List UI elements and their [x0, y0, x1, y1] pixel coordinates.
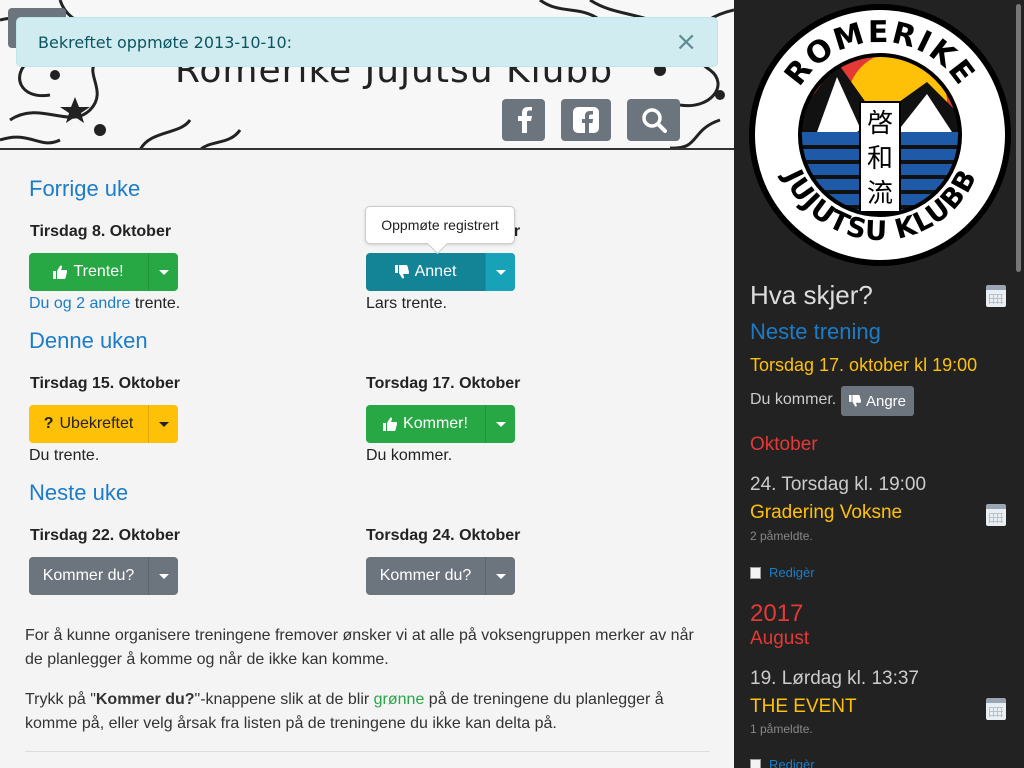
attendance-dropdown-toggle[interactable]: [485, 405, 515, 443]
logo-kanji: 流: [867, 179, 893, 209]
undo-button-label: Angre: [865, 392, 907, 410]
attendees-link[interactable]: Du og 2 andre: [29, 295, 130, 312]
attendance-dropdown-toggle[interactable]: [148, 405, 178, 443]
attendance-button-group[interactable]: Kommer du?: [29, 557, 178, 595]
attendance-button-group[interactable]: ? Ubekreftet: [29, 405, 178, 443]
search-icon: [641, 108, 667, 133]
instructions-text: Trykk på ": [25, 691, 96, 708]
week-heading-next: Neste uke: [29, 480, 129, 505]
event-date: 24. Torsdag kl. 19:00: [750, 474, 927, 495]
thumbs-down-icon: [848, 395, 861, 407]
scrollbar[interactable]: [1016, 4, 1021, 272]
attendance-summary: Du kommer.: [366, 447, 453, 464]
main-content: Forrige uke Tirsdag 8. Oktober er Trente…: [0, 150, 734, 768]
search-button[interactable]: [627, 99, 680, 141]
attendance-summary: Du og 2 andre trente.: [29, 295, 180, 313]
day-heading: Tirsdag 15. Oktober: [30, 375, 180, 392]
day-heading: Torsdag 17. Oktober: [366, 375, 521, 392]
attendance-button-label: Annet: [414, 263, 457, 280]
divider: [25, 751, 710, 752]
registered-tooltip: Oppmøte registrert: [365, 206, 515, 244]
info-paragraph: For å kunne organisere treningene fremov…: [25, 627, 694, 668]
calendar-icon[interactable]: [986, 285, 1006, 307]
week-heading-prev: Forrige uke: [29, 176, 141, 201]
event-title[interactable]: THE EVENT: [750, 696, 857, 718]
attendance-summary: Lars trente.: [366, 295, 447, 312]
attendance-button[interactable]: Kommer du?: [29, 557, 148, 595]
attendance-button-label: Ubekreftet: [59, 415, 134, 432]
facebook-icon: [517, 107, 532, 133]
next-training-date: Torsdag 17. oktober kl 19:00: [750, 355, 978, 375]
attendance-button[interactable]: Annet: [366, 253, 485, 291]
day-heading: Tirsdag 22. Oktober: [30, 527, 180, 544]
edit-link[interactable]: Redigèr: [750, 565, 815, 580]
thumbs-down-icon: [394, 265, 409, 279]
question-icon: ?: [43, 415, 54, 432]
attendance-button-label: Trente!: [73, 263, 124, 280]
chevron-down-icon: [158, 269, 169, 275]
month-heading: Oktober: [750, 434, 818, 455]
next-training-heading: Neste trening: [750, 319, 881, 344]
sidebar: 啓 和 流 ROMERIKE JUJUTSU KLUBB Hva skjer? …: [734, 0, 1024, 768]
chevron-down-icon: [495, 269, 506, 275]
week-heading-this: Denne uken: [29, 328, 148, 353]
attendance-dropdown-toggle[interactable]: [148, 253, 178, 291]
attendance-button-group[interactable]: Kommer du?: [366, 557, 515, 595]
chevron-down-icon: [158, 573, 169, 579]
attendance-button-group[interactable]: Annet: [366, 253, 515, 291]
close-icon[interactable]: ×: [675, 29, 697, 55]
event-date: 19. Lørdag kl. 13:37: [750, 668, 919, 689]
thumbs-up-icon: [383, 417, 398, 431]
attendance-button[interactable]: Kommer!: [366, 405, 485, 443]
instructions-bold: Kommer du?: [95, 691, 195, 708]
calendar-icon[interactable]: [986, 698, 1006, 720]
calendar-icon[interactable]: [986, 504, 1006, 526]
logo-kanji: 和: [867, 144, 893, 174]
event-title[interactable]: Gradering Voksne: [750, 502, 902, 524]
attendance-summary: Du trente.: [29, 447, 100, 464]
thumbs-up-icon: [53, 265, 68, 279]
chevron-down-icon: [495, 421, 506, 427]
instructions-green: grønne: [373, 691, 425, 708]
attendance-dropdown-toggle[interactable]: [485, 557, 515, 595]
confirmation-alert: Bekreftet oppmøte 2013-10-10: ×: [16, 17, 718, 67]
facebook-group-button[interactable]: [561, 99, 611, 141]
attendance-button[interactable]: ? Ubekreftet: [29, 405, 148, 443]
attendance-dropdown-toggle[interactable]: [485, 253, 515, 291]
year-heading: 2017: [750, 600, 804, 627]
facebook-square-icon: [573, 107, 599, 133]
chevron-down-icon: [495, 573, 506, 579]
facebook-button[interactable]: [502, 99, 545, 141]
edit-link[interactable]: Redigèr: [750, 757, 815, 768]
attendance-summary-suffix: trente.: [130, 295, 181, 312]
sidebar-title: Hva skjer?: [750, 280, 873, 310]
attendance-button-group[interactable]: Trente!: [29, 253, 178, 291]
document-icon: [750, 566, 761, 579]
attendance-button-group[interactable]: Kommer!: [366, 405, 515, 443]
edit-link-label: Redigèr: [769, 757, 815, 768]
document-icon: [750, 758, 761, 768]
logo-kanji: 啓: [867, 109, 893, 139]
chevron-down-icon: [158, 421, 169, 427]
day-heading: Tirsdag 8. Oktober: [30, 223, 172, 240]
event-registrations: 1 påmeldte.: [750, 722, 813, 736]
attendance-button[interactable]: Trente!: [29, 253, 148, 291]
edit-link-label: Redigèr: [769, 565, 815, 580]
club-logo: 啓 和 流 ROMERIKE JUJUTSU KLUBB: [749, 4, 1011, 266]
instructions-paragraph: Trykk på "Kommer du?"-knappene slik at d…: [25, 688, 715, 736]
attendance-button[interactable]: Kommer du?: [366, 557, 485, 595]
attendance-status: Du kommer.: [750, 391, 837, 408]
alert-text: Bekreftet oppmøte 2013-10-10:: [38, 32, 293, 52]
attendance-dropdown-toggle[interactable]: [148, 557, 178, 595]
event-registrations: 2 påmeldte.: [750, 529, 813, 543]
attendance-button-label: Kommer!: [403, 415, 468, 432]
undo-button[interactable]: Angre: [841, 386, 914, 416]
day-heading: Torsdag 24. Oktober: [366, 527, 521, 544]
month-heading: August: [750, 628, 810, 649]
instructions-text: "-knappene slik at de blir: [194, 691, 374, 708]
